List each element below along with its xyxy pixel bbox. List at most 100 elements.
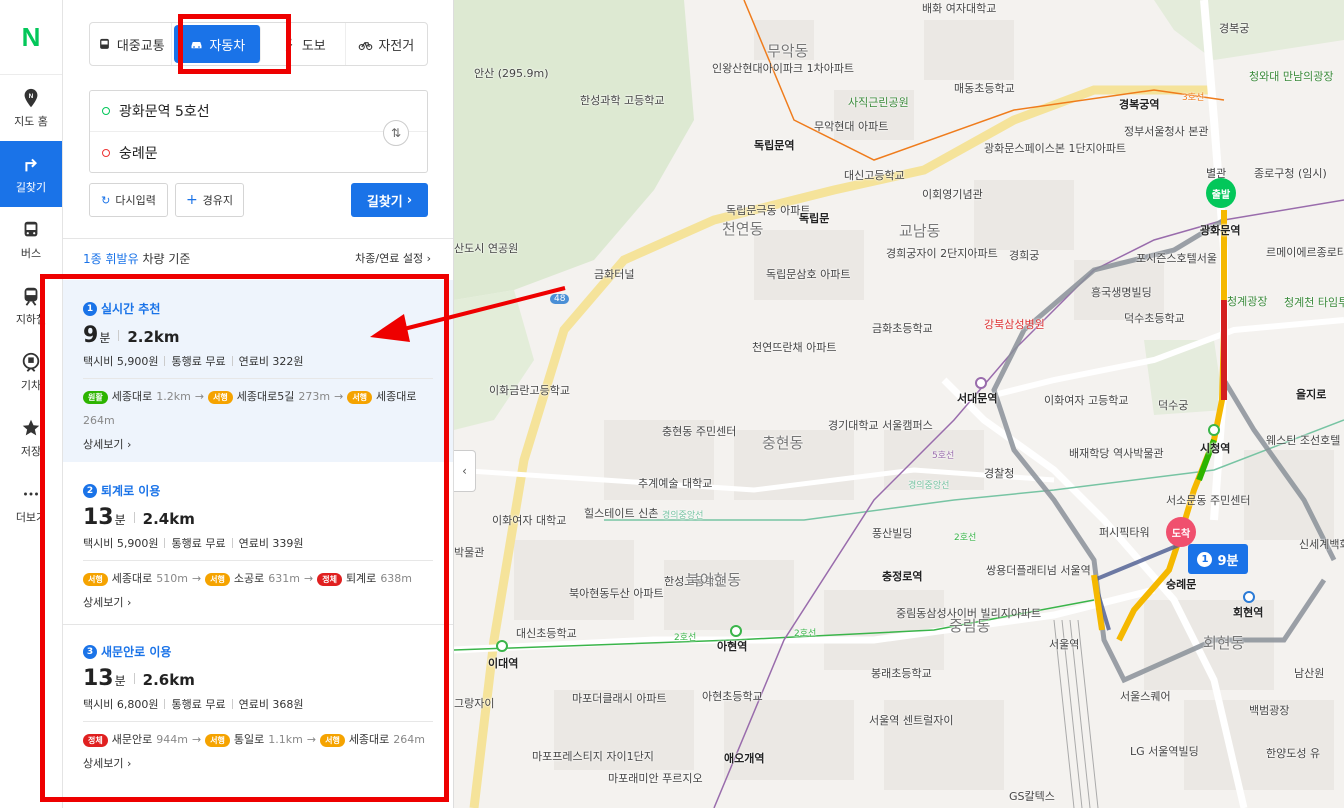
collapse-panel-button[interactable]: ‹ — [454, 450, 476, 492]
add-waypoint-button[interactable]: + 경유지 — [175, 183, 244, 217]
road-distance: 1.2km — [156, 390, 191, 403]
route-detail-link[interactable]: 상세보기 › — [83, 755, 453, 771]
road-name: 퇴계로 — [345, 572, 377, 585]
tab-bike[interactable]: 자전거 — [346, 23, 427, 65]
route-minutes: 13 — [83, 666, 114, 691]
map-label: 백범광장 — [1249, 704, 1290, 717]
rail-item-map-home[interactable]: N 지도 홈 — [0, 75, 62, 141]
map-label: 산도시 연공원 — [454, 242, 519, 255]
map-label: 시청역 — [1200, 442, 1231, 455]
map-label: 경기대학교 서울캠퍼스 — [828, 419, 933, 432]
tab-car[interactable]: 자동차 — [174, 25, 262, 63]
road-name: 세종대로 — [348, 733, 390, 746]
taxi-fare: 택시비 6,800원 — [83, 698, 159, 711]
subway-line-label: 경의중앙선 — [662, 511, 704, 521]
plus-icon: + — [185, 192, 198, 208]
map-label: 금화터널 — [594, 268, 635, 281]
start-pin-label: 출발 — [1211, 189, 1231, 201]
vehicle-settings-link[interactable]: 차종/연료 설정 › — [355, 250, 431, 266]
traffic-badge: 원활 — [83, 390, 108, 404]
subway-line-label: 5호선 — [932, 451, 955, 461]
subway-line-label: 3호선 — [1182, 93, 1205, 103]
road-distance: 631m — [268, 572, 300, 585]
rail-label: 지도 홈 — [14, 115, 48, 128]
map-background — [454, 0, 1344, 808]
map-label: 강북삼성병원 — [984, 318, 1045, 331]
route-detail-link[interactable]: 상세보기 › — [83, 594, 453, 610]
origin-field[interactable]: 광화문역 5호선 — [90, 91, 427, 132]
map-label: 포시즌스호텔서울 — [1136, 252, 1217, 265]
directions-icon — [25, 158, 38, 172]
road-distance: 264m — [393, 733, 426, 746]
rail-item-directions[interactable]: 길찾기 — [0, 141, 62, 207]
logo-text: N — [21, 21, 41, 52]
map-label: 풍산빌딩 — [872, 527, 913, 540]
start-pin[interactable]: 출발 — [1206, 178, 1236, 208]
search-route-button[interactable]: 길찾기 › — [351, 183, 428, 217]
traffic-badge: 서행 — [83, 572, 108, 586]
rail-item-more[interactable]: 더보기 — [0, 471, 62, 537]
tab-walk[interactable]: 도보 — [263, 23, 346, 65]
destination-field[interactable]: 숭례문 — [90, 132, 427, 173]
toll-fee: 통행료 무료 — [171, 698, 226, 711]
road-distance: 1.1km — [268, 733, 303, 746]
map-label: 충현동 — [762, 434, 804, 452]
map-label: 배화 여자대학교 — [922, 2, 997, 15]
map-label: 한성과학 고등학교 — [580, 94, 665, 107]
map-label: 그랑자이 — [454, 697, 495, 710]
rail-label: 더보기 — [15, 511, 47, 524]
route-input-box: 광화문역 5호선 숭례문 ⇅ — [89, 90, 428, 173]
route-name: 퇴계로 이용 — [101, 484, 161, 498]
map-label: 이회영기념관 — [922, 188, 983, 201]
rail-item-train[interactable]: 기차 — [0, 339, 62, 405]
map-label: 숭례문 — [1166, 578, 1197, 591]
reset-button[interactable]: ↻ 다시입력 — [89, 183, 168, 217]
map-label: 사직근린공원 — [848, 96, 909, 109]
refresh-icon: ↻ — [101, 193, 111, 207]
fuel-cost: 연료비 339원 — [238, 537, 304, 550]
tab-label: 자전거 — [378, 38, 415, 54]
road-name: 세종대로 — [376, 390, 417, 403]
route-detail-link[interactable]: 상세보기 › — [83, 436, 453, 452]
swap-icon[interactable]: ⇅ — [383, 120, 409, 146]
map-canvas[interactable]: 배화 여자대학교 경복궁 무악동 인왕산현대아이파크 1차아파트 안산 (295… — [454, 0, 1344, 808]
road-segments: 정체 새문안로 944m → 서행 통일로 1.1km → 서행 세종대로 264m — [83, 730, 433, 750]
fuel-cost: 연료비 368원 — [238, 698, 304, 711]
tab-label: 자동차 — [209, 38, 246, 54]
detail-label: 상세보기 — [83, 757, 124, 770]
route-unit: 분 — [99, 331, 111, 345]
tab-transit[interactable]: 대중교통 — [90, 23, 173, 65]
route-number-badge: 2 — [83, 483, 97, 498]
walk-icon — [285, 37, 293, 51]
map-label: 웨스틴 조선호텔 — [1266, 434, 1341, 447]
destination-dot-icon — [102, 148, 110, 157]
rail-item-saved[interactable]: 저장 — [0, 405, 62, 471]
road-distance: 264m — [83, 414, 115, 427]
destination-text: 숭례문 — [119, 145, 158, 162]
route-card-3[interactable]: 3 새문안로 이용 13 분 2.6km 택시비 6,800원 통행료 무료 연료비 36… — [63, 624, 453, 808]
detail-label: 상세보기 — [83, 438, 124, 451]
route-eta-badge[interactable]: 1 9분 — [1188, 544, 1248, 574]
road-segments: 서행 세종대로 510m → 서행 소공로 631m → 정체 퇴계로 638m — [83, 569, 433, 589]
svg-text:N: N — [29, 93, 34, 100]
train-icon — [22, 352, 40, 372]
map-label: 덕수궁 — [1158, 399, 1189, 412]
route-card-2[interactable]: 2 퇴계로 이용 13 분 2.4km 택시비 5,900원 통행료 무료 연료비 339… — [63, 462, 453, 624]
rail-label: 기차 — [20, 379, 42, 392]
map-label: 천연뜨란채 아파트 — [752, 341, 837, 354]
naver-logo[interactable]: N — [0, 0, 62, 75]
rail-item-bus[interactable]: 버스 — [0, 207, 62, 273]
route-name: 새문안로 이용 — [101, 645, 172, 659]
map-label: LG 서울역빌딩 — [1130, 745, 1199, 758]
fuel-cost: 연료비 322원 — [238, 355, 304, 368]
map-label: 르메이에르종로타운 — [1266, 246, 1344, 259]
rail-item-subway[interactable]: 지하철 — [0, 273, 62, 339]
route-summary: 13 분 2.4km — [83, 505, 453, 530]
end-pin[interactable]: 도착 — [1166, 517, 1196, 547]
settings-label: 차종/연료 설정 — [355, 252, 424, 265]
left-rail: N N 지도 홈 길찾기 버스 지하철 기차 저장 더보기 — [0, 0, 63, 808]
map-label: 독립문극동 아파트 — [726, 204, 811, 217]
divider — [63, 238, 453, 239]
map-label: 회현동 — [1203, 634, 1245, 652]
map-label: 마포더클래시 아파트 — [572, 692, 667, 705]
